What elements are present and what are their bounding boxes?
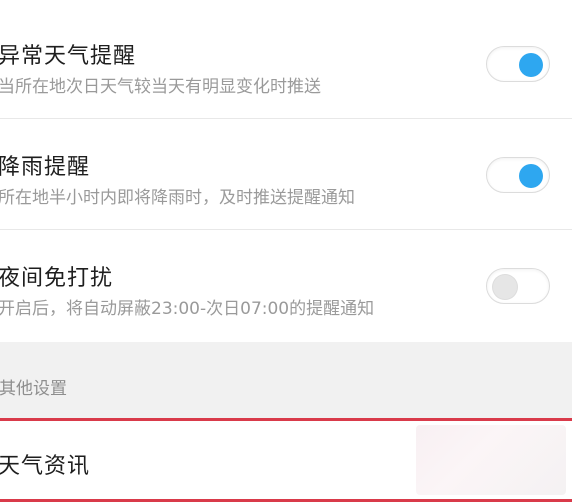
list-item-weather-news[interactable]: 天气资讯 [0, 418, 572, 502]
toggle-knob [519, 53, 543, 77]
setting-row-rain-alert[interactable]: 降雨提醒 所在地半小时内即将降雨时，及时推送提醒通知 [0, 119, 572, 230]
notification-settings-card: 异常天气提醒 当所在地次日天气较当天有明显变化时推送 降雨提醒 所在地半小时内即… [0, 8, 572, 342]
setting-title: 异常天气提醒 [0, 44, 137, 69]
setting-description: 所在地半小时内即将降雨时，及时推送提醒通知 [0, 188, 355, 208]
setting-description: 开启后，将自动屏蔽23:00-次日07:00的提醒通知 [0, 299, 375, 319]
abnormal-weather-toggle[interactable] [486, 46, 550, 82]
setting-title: 夜间免打扰 [0, 266, 114, 291]
toggle-knob [519, 164, 543, 188]
obscured-region [416, 425, 566, 495]
list-item-label: 天气资讯 [0, 454, 91, 479]
settings-screen: 异常天气提醒 当所在地次日天气较当天有明显变化时推送 降雨提醒 所在地半小时内即… [0, 0, 572, 502]
night-dnd-toggle[interactable] [486, 268, 550, 304]
toggle-knob [493, 275, 517, 299]
setting-row-night-dnd[interactable]: 夜间免打扰 开启后，将自动屏蔽23:00-次日07:00的提醒通知 [0, 230, 572, 341]
setting-description: 当所在地次日天气较当天有明显变化时推送 [0, 77, 321, 97]
setting-row-abnormal-weather[interactable]: 异常天气提醒 当所在地次日天气较当天有明显变化时推送 [0, 8, 572, 119]
setting-title: 降雨提醒 [0, 155, 91, 180]
section-header-other-settings: 其他设置 [0, 379, 67, 399]
rain-alert-toggle[interactable] [486, 157, 550, 193]
